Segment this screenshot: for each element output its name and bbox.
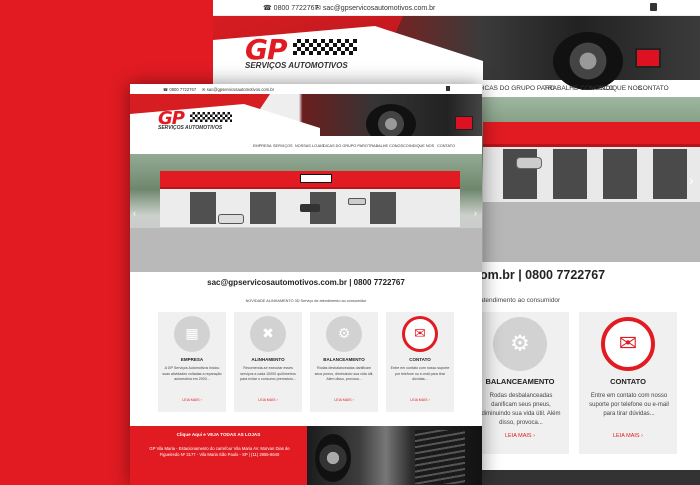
leia-mais-link[interactable]: LEIA MAIS ›: [234, 398, 302, 402]
footer-image-strip: [471, 470, 700, 485]
gp-logo[interactable]: GP SERVIÇOS AUTOMOTIVOS: [245, 33, 365, 71]
checkered-flag-icon: [293, 39, 357, 55]
leia-mais-link[interactable]: LEIA MAIS ›: [310, 398, 378, 402]
service-card-balanceamento[interactable]: ⚙ BALANCEAMENTO Rodas desbalanceadas dan…: [471, 312, 569, 454]
nav-item-contato[interactable]: CONTATO: [638, 85, 669, 92]
leia-mais-link[interactable]: LEIA MAIS ›: [579, 433, 677, 439]
phone-text[interactable]: ☎ 0800 7722767: [163, 87, 196, 92]
email-link[interactable]: ✉ sac@gpservicosautomotivos.com.br: [315, 4, 435, 12]
wrench-icon: ✖: [250, 316, 286, 352]
nav-item-indique[interactable]: INDIQUE NOS: [409, 144, 434, 148]
gp-logo[interactable]: GP SERVIÇOS AUTOMOTIVOS: [158, 108, 238, 136]
checkered-flag-icon: [190, 112, 232, 122]
top-contact-bar: ☎ 0800 7722767 ✉ sac@gpservicosautomotiv…: [130, 84, 482, 94]
contact-headline: om.br | 0800 7722767: [480, 268, 606, 282]
phone-text[interactable]: ☎ 0800 7722767: [263, 4, 318, 12]
building-icon: ▦: [174, 316, 210, 352]
nav-item-empresa[interactable]: EMPRESA: [253, 144, 272, 148]
service-cards: ▦ EMPRESA A GP Serviços Automotivos inic…: [158, 312, 456, 412]
facebook-icon[interactable]: [446, 86, 450, 91]
leia-mais-link[interactable]: LEIA MAIS ›: [158, 398, 226, 402]
nav-item-contato[interactable]: CONTATO: [437, 144, 455, 148]
top-contact-bar: ☎ 0800 7722767 ✉ sac@gpservicosautomotiv…: [213, 0, 700, 16]
footer-image-strip: [307, 426, 482, 485]
leia-mais-link[interactable]: LEIA MAIS ›: [471, 433, 569, 439]
slider-prev-arrow-icon[interactable]: ‹: [133, 208, 136, 218]
service-card-contato[interactable]: ✉ CONTATO Entre em contato com nosso sup…: [386, 312, 454, 412]
see-all-stores-link[interactable]: Clique Aqui e VEJA TODAS AS LOJAS: [130, 432, 307, 437]
contact-headline: sac@gpservicosautomotivos.com.br | 0800 …: [207, 278, 405, 287]
service-card-contato[interactable]: ✉ CONTATO Entre em contato com nosso sup…: [579, 312, 677, 454]
balance-icon: ⚙: [326, 316, 362, 352]
mail-icon: ✉: [402, 316, 438, 352]
mail-icon: ✉: [601, 317, 655, 371]
main-nav: EMPRESA SERVIÇOS NOSSAS LOJAS DICAS DO G…: [130, 142, 482, 150]
nav-item-lojas[interactable]: NOSSAS LOJAS: [295, 144, 324, 148]
slider-next-arrow-icon[interactable]: ›: [474, 208, 477, 218]
alignment-machine-image: [455, 116, 473, 130]
service-card-alinhamento[interactable]: ✖ ALINHAMENTO Recomenda-se executar esse…: [234, 312, 302, 412]
balance-icon: ⚙: [493, 317, 547, 371]
footer-stores: Clique Aqui e VEJA TODAS AS LOJAS GP Vil…: [130, 426, 307, 485]
tire-image: [366, 104, 416, 136]
novidade-text: atendimento ao consumidor: [480, 297, 561, 304]
slider-next-arrow-icon[interactable]: ›: [689, 172, 694, 188]
website-mockup-small: ☎ 0800 7722767 ✉ sac@gpservicosautomotiv…: [130, 84, 482, 485]
service-card-balanceamento[interactable]: ⚙ BALANCEAMENTO Rodas desbalanceadas dan…: [310, 312, 378, 412]
nav-item-indique[interactable]: INDIQUE NOS: [599, 85, 642, 92]
facebook-icon[interactable]: [650, 3, 657, 11]
nav-item-dicas[interactable]: DICAS DO GRUPO PARO: [323, 144, 368, 148]
nav-item-trabalhe[interactable]: TRABALHE CONOSCO: [368, 144, 409, 148]
novidade-text: NOVIDADE ALINHAMENTO 3D Serviço de atend…: [245, 299, 367, 303]
hero-slider-image: ‹ ›: [130, 154, 482, 272]
leia-mais-link[interactable]: LEIA MAIS ›: [386, 398, 454, 402]
store-address: GP Vila Maria - Estacionamento do carref…: [149, 446, 290, 457]
service-card-empresa[interactable]: ▦ EMPRESA A GP Serviços Automotivos inic…: [158, 312, 226, 412]
email-link[interactable]: ✉ sac@gpservicosautomotivos.com.br: [202, 87, 274, 92]
nav-item-servicos[interactable]: SERVIÇOS: [273, 144, 293, 148]
checkered-sign: [300, 174, 332, 183]
alignment-machine-image: [635, 48, 661, 68]
